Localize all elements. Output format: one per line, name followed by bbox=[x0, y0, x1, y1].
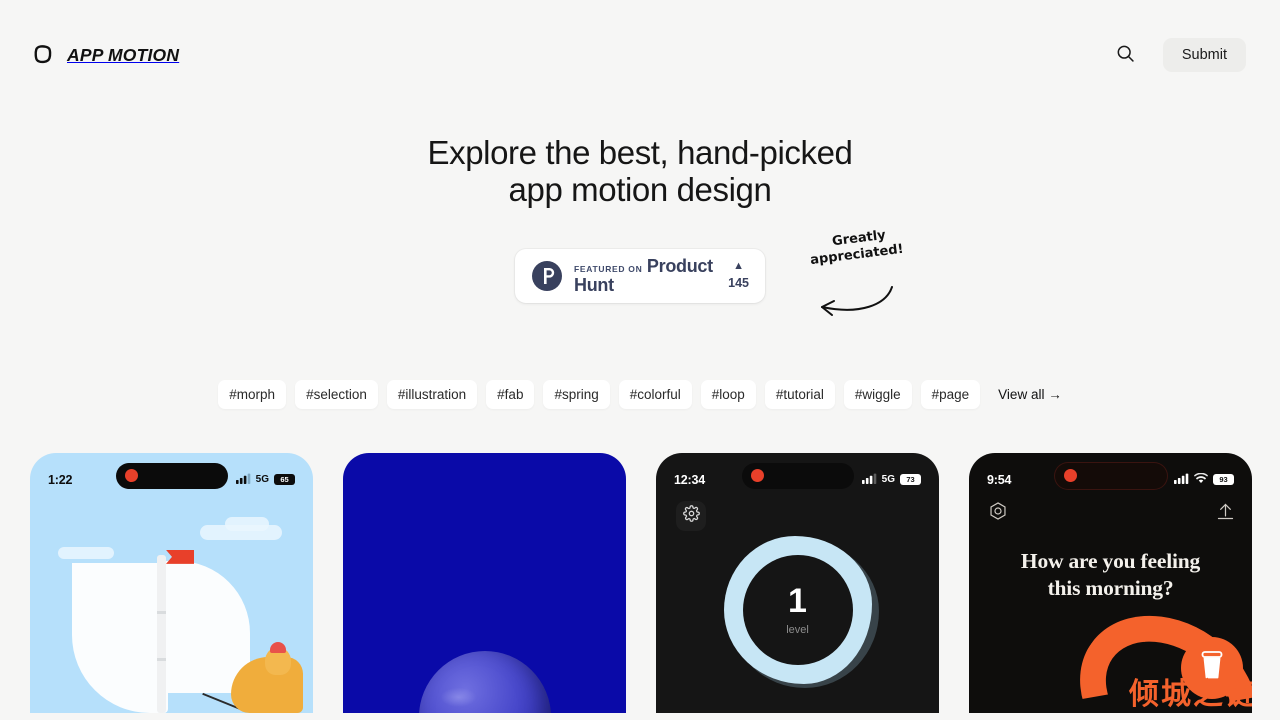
card-grid: 1:22 5G 65 12:34 5G 73 1 level 9:54 93 H… bbox=[0, 452, 1280, 713]
mood-question-line-1: How are you feeling bbox=[1020, 548, 1201, 573]
tag-chip-selection[interactable]: #selection bbox=[295, 379, 378, 409]
brand-logo-link[interactable]: APP MOTION bbox=[32, 44, 179, 66]
product-hunt-kicker: FEATURED ON bbox=[574, 263, 643, 274]
annotation-line-1: Greatly bbox=[831, 227, 887, 250]
duck-comb-shape bbox=[270, 641, 286, 653]
status-indicators: 5G 73 bbox=[861, 471, 921, 489]
annotation-text: Greatly appreciated! bbox=[798, 224, 921, 271]
settings-button[interactable] bbox=[676, 500, 706, 531]
page-title-line-2: app motion design bbox=[508, 170, 772, 208]
status-indicators: 5G 65 bbox=[235, 471, 295, 489]
cellular-signal-icon bbox=[235, 471, 251, 489]
status-time: 9:54 bbox=[987, 472, 1012, 487]
status-time: 12:34 bbox=[674, 472, 705, 487]
header-actions: Submit bbox=[1111, 38, 1246, 72]
page-title-line-1: Explore the best, hand-picked bbox=[427, 134, 853, 171]
mast-band bbox=[157, 657, 166, 661]
cloud-shape bbox=[225, 516, 269, 531]
mast-band bbox=[157, 610, 166, 614]
tag-chip-morph[interactable]: #morph bbox=[218, 379, 287, 409]
status-battery: 73 bbox=[900, 474, 921, 486]
level-ring: 1 level bbox=[723, 535, 879, 688]
curved-arrow-left-icon bbox=[821, 285, 893, 316]
brand-name: APP MOTION bbox=[67, 44, 180, 65]
product-hunt-badge[interactable]: FEATURED ON Product Hunt ▲ 145 bbox=[515, 248, 765, 303]
tag-chip-page[interactable]: #page bbox=[920, 379, 981, 409]
tag-chip-spring[interactable]: #spring bbox=[543, 379, 610, 409]
share-button[interactable] bbox=[1210, 499, 1240, 529]
mood-card[interactable]: 9:54 93 How are you feeling this morning… bbox=[969, 452, 1252, 713]
submit-button[interactable]: Submit bbox=[1162, 38, 1246, 72]
level-value: 1 bbox=[788, 581, 807, 620]
cellular-signal-icon bbox=[861, 471, 877, 489]
wifi-icon bbox=[1194, 471, 1208, 489]
status-battery: 93 bbox=[1213, 474, 1234, 486]
tag-chip-colorful[interactable]: #colorful bbox=[618, 379, 692, 409]
product-hunt-logo-icon bbox=[531, 260, 563, 292]
cloud-shape bbox=[58, 546, 114, 559]
site-header: APP MOTION Submit bbox=[0, 0, 1280, 110]
search-icon bbox=[1115, 43, 1136, 67]
status-network: 5G bbox=[255, 474, 269, 486]
gear-icon bbox=[682, 505, 700, 527]
status-bar: 1:22 5G 65 bbox=[30, 453, 313, 495]
status-bar: 9:54 93 bbox=[969, 453, 1252, 495]
hexagon-target-icon bbox=[987, 500, 1009, 527]
profile-button[interactable] bbox=[983, 499, 1013, 529]
page-title: Explore the best, hand-picked app motion… bbox=[0, 134, 1280, 209]
product-hunt-vote-count: 145 bbox=[728, 275, 749, 290]
tag-chip-loop[interactable]: #loop bbox=[700, 379, 756, 409]
status-bar: 12:34 5G 73 bbox=[656, 453, 939, 495]
watermark-text: 倾城之链 bbox=[1129, 676, 1252, 712]
cellular-signal-icon bbox=[1174, 471, 1189, 489]
level-label: level bbox=[786, 623, 809, 636]
annotation-group: Greatly appreciated! bbox=[782, 228, 932, 323]
tag-chip-wiggle[interactable]: #wiggle bbox=[843, 379, 912, 409]
status-network: 5G bbox=[881, 474, 895, 486]
level-card[interactable]: 12:34 5G 73 1 level bbox=[656, 452, 939, 713]
status-battery: 65 bbox=[274, 474, 295, 486]
planet-shape bbox=[418, 650, 551, 713]
share-upload-icon bbox=[1215, 501, 1236, 527]
badge-row: FEATURED ON Product Hunt ▲ 145 Greatly a… bbox=[0, 228, 1280, 316]
blue-planet-card[interactable] bbox=[343, 452, 626, 713]
product-hunt-text: FEATURED ON Product Hunt bbox=[574, 257, 717, 295]
sailboat-card[interactable]: 1:22 5G 65 bbox=[30, 452, 313, 713]
tag-chip-row: #morph #selection #illustration #fab #sp… bbox=[0, 379, 1280, 409]
search-button[interactable] bbox=[1111, 40, 1141, 70]
flag-shape bbox=[166, 549, 194, 564]
view-all-link[interactable]: View all → bbox=[998, 387, 1062, 402]
product-hunt-title: Product Hunt bbox=[574, 255, 713, 295]
mood-question-line-2: this morning? bbox=[1047, 576, 1174, 601]
tag-chip-fab[interactable]: #fab bbox=[486, 379, 535, 409]
mast-shape bbox=[157, 554, 166, 713]
sail-left-shape bbox=[72, 562, 168, 713]
upvote-caret-icon: ▲ bbox=[733, 259, 745, 272]
status-time: 1:22 bbox=[48, 472, 73, 487]
rounded-square-outline-icon bbox=[32, 44, 54, 66]
tag-chip-illustration[interactable]: #illustration bbox=[386, 379, 478, 409]
tag-chip-tutorial[interactable]: #tutorial bbox=[764, 379, 835, 409]
hero-section: Explore the best, hand-picked app motion… bbox=[0, 110, 1280, 209]
ring-center: 1 level bbox=[742, 554, 853, 665]
status-indicators: 93 bbox=[1174, 471, 1234, 489]
mood-question: How are you feeling this morning? bbox=[969, 548, 1252, 603]
annotation-line-2: appreciated! bbox=[809, 241, 905, 269]
product-hunt-votes: ▲ 145 bbox=[728, 259, 749, 291]
